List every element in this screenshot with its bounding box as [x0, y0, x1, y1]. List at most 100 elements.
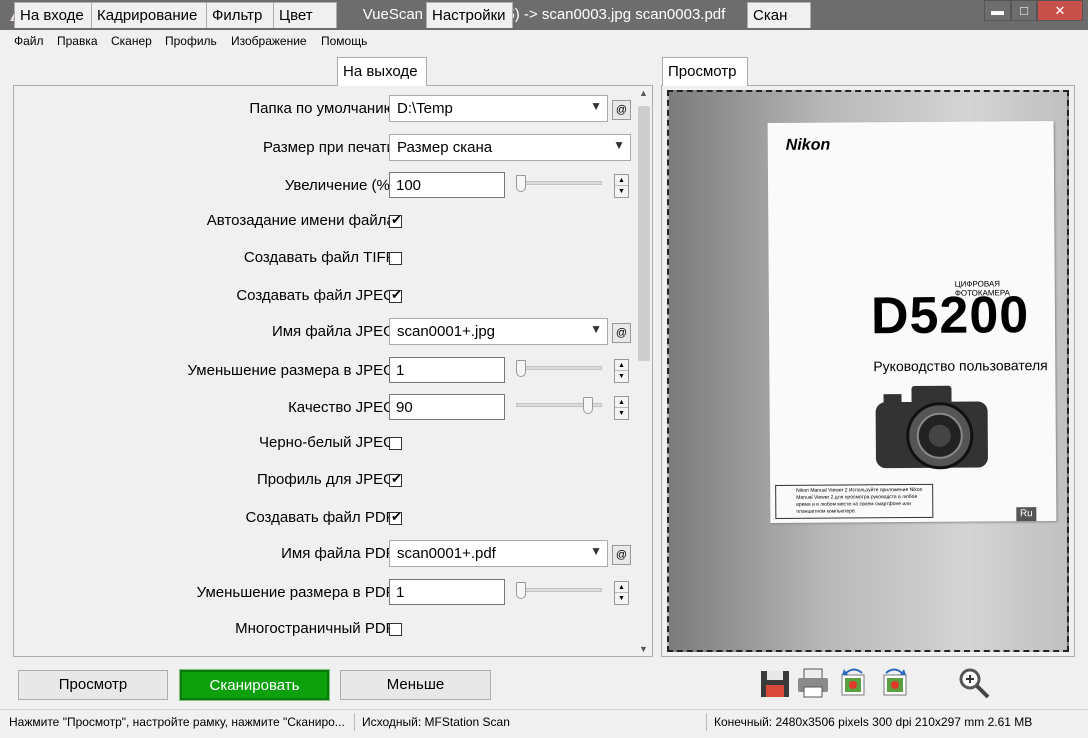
row-jpeg-file: Создавать файл JPEG: ✔	[14, 281, 652, 311]
preview-button[interactable]: Просмотр	[18, 670, 168, 700]
rotate-right-icon[interactable]	[876, 665, 912, 701]
slider-thumb[interactable]	[516, 360, 526, 377]
menu-file[interactable]: Файл	[14, 34, 44, 48]
spin-up-icon[interactable]: ▲	[615, 582, 628, 593]
jpeg-reduction-input[interactable]: 1	[389, 357, 505, 383]
scroll-down-icon[interactable]: ▼	[639, 644, 648, 654]
spin-up-icon[interactable]: ▲	[615, 360, 628, 371]
tab-prefs[interactable]: Настройки	[426, 2, 513, 28]
pdf-filename-at-button[interactable]: @	[612, 545, 631, 565]
tab-scan[interactable]: Скан	[747, 2, 811, 28]
default-folder-combo[interactable]: D:\Temp ▼	[389, 95, 608, 122]
spin-down-icon[interactable]: ▼	[615, 408, 628, 419]
jpeg-file-checkbox[interactable]: ✔	[389, 287, 402, 303]
checkmark-icon: ✔	[391, 287, 402, 302]
rotate-left-icon[interactable]	[836, 665, 872, 701]
jpeg-bw-label: Черно-белый JPEG:	[259, 434, 399, 451]
camera-image	[875, 385, 988, 470]
print-size-value: Размер скана	[397, 139, 493, 156]
tiff-file-checkbox[interactable]	[389, 252, 402, 265]
checkmark-icon: ✔	[391, 212, 402, 227]
magnification-stepper[interactable]: ▲ ▼	[614, 174, 629, 198]
scrollbar-thumb[interactable]	[638, 106, 650, 361]
row-pdf-file: Создавать файл PDF: ✔	[14, 503, 652, 533]
scan-button[interactable]: Сканировать	[179, 669, 330, 701]
slider-thumb[interactable]	[516, 175, 526, 192]
scroll-up-icon[interactable]: ▲	[639, 88, 648, 98]
row-jpeg-reduction: Уменьшение размера в JPEG: 1 ▲ ▼	[14, 356, 652, 386]
settings-scrollbar[interactable]: ▲ ▼	[636, 86, 652, 656]
jpeg-reduction-stepper[interactable]: ▲ ▼	[614, 359, 629, 383]
checkmark-icon: ✔	[391, 509, 402, 524]
print-icon[interactable]	[795, 665, 831, 701]
jpeg-filename-combo[interactable]: scan0001+.jpg ▼	[389, 318, 608, 345]
status-separator	[354, 713, 355, 731]
status-output: Конечный: 2480x3506 pixels 300 dpi 210x2…	[714, 715, 1033, 729]
pdf-file-label: Создавать файл PDF:	[245, 509, 399, 526]
spin-up-icon[interactable]: ▲	[615, 397, 628, 408]
menu-scanner[interactable]: Сканер	[111, 34, 152, 48]
magnification-input[interactable]: 100	[389, 172, 505, 198]
tab-preview[interactable]: Просмотр	[662, 57, 748, 86]
default-folder-at-button[interactable]: @	[612, 100, 631, 120]
menu-edit[interactable]: Правка	[57, 34, 98, 48]
row-jpeg-filename: Имя файла JPEG: scan0001+.jpg ▼ @	[14, 317, 652, 347]
auto-filename-checkbox[interactable]: ✔	[389, 212, 402, 228]
jpeg-quality-slider[interactable]	[516, 397, 602, 414]
pdf-reduction-input[interactable]: 1	[389, 579, 505, 605]
maximize-button[interactable]: □	[1011, 0, 1037, 21]
multipage-pdf-checkbox[interactable]	[389, 623, 402, 636]
save-icon[interactable]	[757, 665, 793, 701]
pdf-reduction-slider[interactable]	[516, 582, 602, 599]
menu-image[interactable]: Изображение	[231, 34, 307, 48]
spin-down-icon[interactable]: ▼	[615, 593, 628, 604]
tab-input[interactable]: На входе	[14, 2, 92, 28]
row-jpeg-bw: Черно-белый JPEG:	[14, 428, 652, 458]
tab-crop[interactable]: Кадрирование	[91, 2, 207, 28]
row-jpeg-quality: Качество JPEG: 90 ▲ ▼	[14, 393, 652, 423]
preview-guide-title: Руководство пользователя	[873, 357, 1048, 375]
tab-color[interactable]: Цвет	[273, 2, 337, 28]
tab-output[interactable]: На выходе	[337, 57, 427, 86]
print-size-label: Размер при печати:	[263, 139, 399, 156]
magnification-slider[interactable]	[516, 175, 602, 192]
jpeg-quality-stepper[interactable]: ▲ ▼	[614, 396, 629, 420]
scanned-document: Nikon ЦИФРОВАЯ ФОТОКАМЕРА D5200 Руководс…	[767, 121, 1057, 523]
pdf-file-checkbox[interactable]: ✔	[389, 509, 402, 525]
print-size-select[interactable]: Размер скана ▼	[389, 134, 631, 161]
preview-panel: Nikon ЦИФРОВАЯ ФОТОКАМЕРА D5200 Руководс…	[661, 85, 1075, 657]
row-pdf-filename: Имя файла PDF: scan0001+.pdf ▼ @	[14, 539, 652, 569]
slider-thumb[interactable]	[582, 397, 593, 414]
jpeg-quality-label: Качество JPEG:	[288, 399, 399, 416]
jpeg-quality-input[interactable]: 90	[389, 394, 505, 420]
pdf-filename-label: Имя файла PDF:	[281, 545, 399, 562]
preview-image-area[interactable]: Nikon ЦИФРОВАЯ ФОТОКАМЕРА D5200 Руководс…	[667, 90, 1069, 652]
jpeg-profile-checkbox[interactable]: ✔	[389, 471, 402, 487]
less-button[interactable]: Меньше	[340, 670, 491, 700]
preview-lang-badge: Ru	[1016, 507, 1037, 522]
status-separator	[706, 713, 707, 731]
jpeg-profile-label: Профиль для JPEG:	[256, 471, 399, 488]
tab-filter[interactable]: Фильтр	[206, 2, 274, 28]
row-auto-filename: Автозадание имени файла: ✔	[14, 206, 652, 236]
menu-help[interactable]: Помощь	[321, 34, 367, 48]
jpeg-bw-checkbox[interactable]	[389, 437, 402, 450]
spin-down-icon[interactable]: ▼	[615, 186, 628, 197]
jpeg-filename-label: Имя файла JPEG:	[271, 323, 399, 340]
jpeg-filename-value: scan0001+.jpg	[397, 323, 495, 340]
minimize-button[interactable]: ▬	[984, 0, 1011, 21]
preview-note: Nikon Manual Viewer 2 Используйте прилож…	[775, 483, 934, 519]
preview-model: D5200	[870, 286, 1030, 346]
row-jpeg-profile: Профиль для JPEG: ✔	[14, 465, 652, 495]
pdf-filename-combo[interactable]: scan0001+.pdf ▼	[389, 540, 608, 567]
menu-profile[interactable]: Профиль	[165, 34, 217, 48]
slider-thumb[interactable]	[516, 582, 526, 599]
zoom-in-icon[interactable]	[956, 665, 992, 701]
jpeg-filename-at-button[interactable]: @	[612, 323, 631, 343]
spin-down-icon[interactable]: ▼	[615, 371, 628, 382]
jpeg-reduction-slider[interactable]	[516, 360, 602, 377]
spin-up-icon[interactable]: ▲	[615, 175, 628, 186]
multipage-pdf-label: Многостраничный PDF:	[235, 620, 399, 637]
pdf-reduction-stepper[interactable]: ▲ ▼	[614, 581, 629, 605]
close-button[interactable]: ✕	[1037, 0, 1083, 21]
